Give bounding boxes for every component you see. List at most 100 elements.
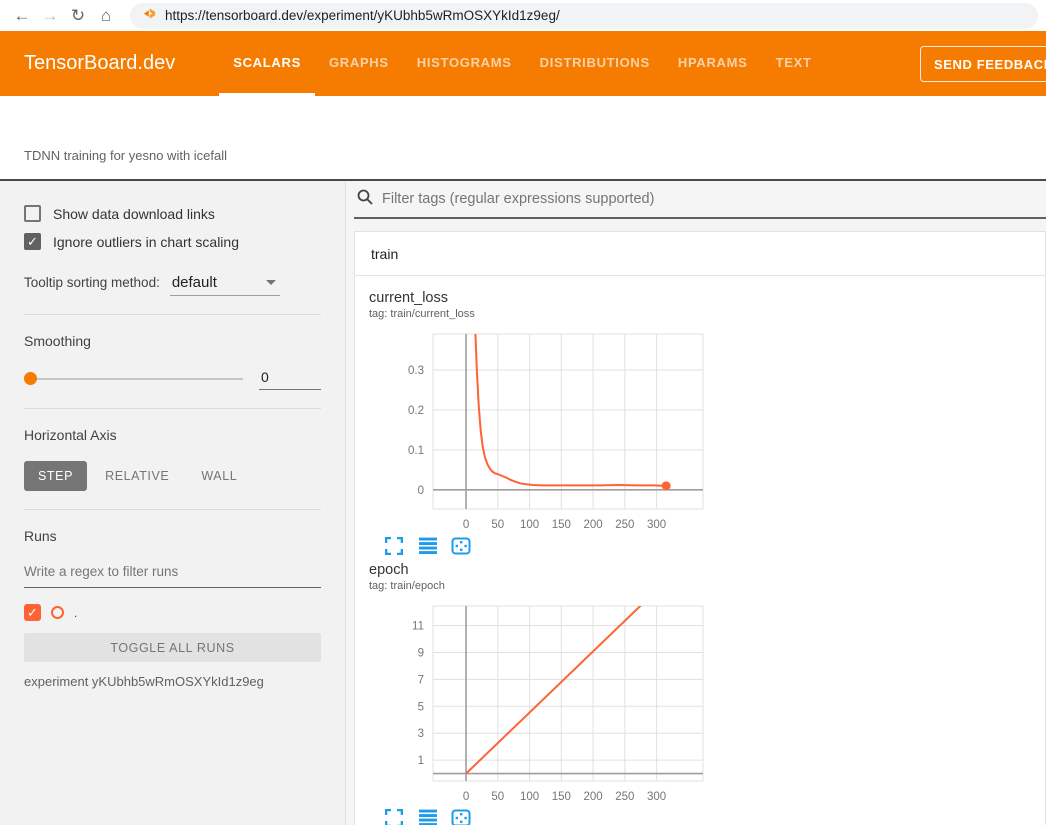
axis-relative-button[interactable]: RELATIVE <box>91 461 183 491</box>
chart-actions <box>369 808 705 825</box>
svg-text:0.2: 0.2 <box>408 405 424 417</box>
svg-text:5: 5 <box>418 701 424 713</box>
charts-grid: current_loss tag: train/current_loss 050… <box>355 276 1045 825</box>
svg-text:100: 100 <box>520 519 539 531</box>
checkbox-label: Ignore outliers in chart scaling <box>53 234 239 250</box>
tab-graphs[interactable]: GRAPHS <box>315 31 403 96</box>
reload-icon[interactable]: ↻ <box>64 2 92 30</box>
svg-text:0.1: 0.1 <box>408 445 424 457</box>
tab-text[interactable]: TEXT <box>762 31 826 96</box>
line-chart[interactable]: 0 50 100 150 200 250 300 1 3 5 7 9 11 <box>369 600 707 806</box>
smoothing-slider[interactable] <box>24 378 243 380</box>
svg-text:150: 150 <box>552 791 571 803</box>
selected-value: default <box>172 274 217 291</box>
chart-actions <box>369 536 705 556</box>
svg-text:100: 100 <box>520 791 539 803</box>
log-scale-icon[interactable] <box>418 536 438 556</box>
svg-text:9: 9 <box>418 647 424 659</box>
smoothing-value-input[interactable] <box>259 367 321 390</box>
svg-text:0.3: 0.3 <box>408 365 424 377</box>
horizontal-axis-buttons: STEP RELATIVE WALL <box>24 461 321 491</box>
fit-domain-icon[interactable] <box>451 808 471 825</box>
svg-text:3: 3 <box>418 728 424 740</box>
train-section-header[interactable]: train <box>355 232 1045 276</box>
slider-thumb[interactable] <box>24 372 37 385</box>
axis-step-button[interactable]: STEP <box>24 461 87 491</box>
svg-text:0: 0 <box>418 485 424 497</box>
svg-text:250: 250 <box>615 791 634 803</box>
forward-icon[interactable]: → <box>36 2 64 30</box>
chart-tag: tag: train/epoch <box>369 580 705 592</box>
svg-text:0: 0 <box>463 519 469 531</box>
svg-text:200: 200 <box>584 519 603 531</box>
divider <box>24 408 321 409</box>
address-bar[interactable]: https://tensorboard.dev/experiment/yKUbh… <box>130 3 1038 29</box>
filter-tags-input[interactable] <box>382 191 1046 207</box>
expand-chart-icon[interactable] <box>385 808 405 825</box>
svg-text:300: 300 <box>647 519 666 531</box>
svg-text:150: 150 <box>552 519 571 531</box>
browser-toolbar: ← → ↻ ⌂ https://tensorboard.dev/experime… <box>0 0 1046 31</box>
run-checkbox-icon[interactable]: ✓ <box>24 604 41 621</box>
experiment-subtitle-bar: TDNN training for yesno with icefall <box>0 96 1046 181</box>
experiment-note: experiment yKUbhb5wRmOSXYkId1z9eg <box>24 674 321 689</box>
run-name: . <box>74 606 77 620</box>
runs-regex-input[interactable] <box>24 560 321 588</box>
tab-distributions[interactable]: DISTRIBUTIONS <box>526 31 664 96</box>
tooltip-sorting-label: Tooltip sorting method: <box>24 275 160 290</box>
line-chart[interactable]: 0 50 100 150 200 250 300 0 0.1 0.2 0.3 <box>369 328 707 534</box>
experiment-title: TDNN training for yesno with icefall <box>24 148 227 163</box>
checkbox-unchecked-icon <box>24 205 41 222</box>
run-item[interactable]: ✓ . <box>24 604 321 621</box>
search-icon <box>356 188 374 211</box>
chart-title: epoch <box>369 562 705 578</box>
svg-text:7: 7 <box>418 674 424 686</box>
chart-title: current_loss <box>369 290 705 306</box>
tooltip-sorting-row: Tooltip sorting method: default <box>24 274 321 296</box>
tooltip-sorting-select[interactable]: default <box>170 274 280 296</box>
settings-sidebar: Show data download links ✓ Ignore outlie… <box>0 181 346 825</box>
show-download-links-checkbox[interactable]: Show data download links <box>24 205 321 222</box>
fit-domain-icon[interactable] <box>451 536 471 556</box>
checkbox-label: Show data download links <box>53 206 215 222</box>
brand-logo: TensorBoard.dev <box>24 52 175 75</box>
send-feedback-button[interactable]: SEND FEEDBACK <box>920 46 1046 82</box>
svg-text:200: 200 <box>584 791 603 803</box>
run-color-circle-icon[interactable] <box>51 606 64 619</box>
smoothing-slider-row <box>24 367 321 390</box>
back-icon[interactable]: ← <box>8 2 36 30</box>
svg-text:300: 300 <box>647 791 666 803</box>
toggle-all-runs-button[interactable]: TOGGLE ALL RUNS <box>24 633 321 662</box>
content: Show data download links ✓ Ignore outlie… <box>0 181 1046 825</box>
train-section-card: train current_loss tag: train/current_lo… <box>354 231 1046 825</box>
filter-tags-row <box>354 181 1046 219</box>
ignore-outliers-checkbox[interactable]: ✓ Ignore outliers in chart scaling <box>24 233 321 250</box>
chart-card-epoch: epoch tag: train/epoch 0 50 100 150 200 250 30… <box>357 562 705 825</box>
chart-tag: tag: train/current_loss <box>369 308 705 320</box>
tab-scalars[interactable]: SCALARS <box>219 31 315 96</box>
home-icon[interactable]: ⌂ <box>92 2 120 30</box>
app-header: TensorBoard.dev SCALARS GRAPHS HISTOGRAM… <box>0 31 1046 96</box>
runs-label: Runs <box>24 528 321 544</box>
chart-card-current-loss: current_loss tag: train/current_loss 0 50… <box>357 290 705 562</box>
svg-text:50: 50 <box>491 519 504 531</box>
checkbox-checked-icon: ✓ <box>24 233 41 250</box>
tensorboard-favicon-icon <box>142 6 157 26</box>
tab-histograms[interactable]: HISTOGRAMS <box>403 31 526 96</box>
divider <box>24 509 321 510</box>
scalars-dashboard: train current_loss tag: train/current_lo… <box>346 181 1046 825</box>
main-nav: SCALARS GRAPHS HISTOGRAMS DISTRIBUTIONS … <box>219 31 825 96</box>
svg-text:0: 0 <box>463 791 469 803</box>
horizontal-axis-label: Horizontal Axis <box>24 427 321 443</box>
url-text: https://tensorboard.dev/experiment/yKUbh… <box>165 8 560 23</box>
tab-hparams[interactable]: HPARAMS <box>664 31 762 96</box>
train-section-label: train <box>371 246 398 262</box>
svg-text:1: 1 <box>418 755 424 767</box>
svg-text:250: 250 <box>615 519 634 531</box>
expand-chart-icon[interactable] <box>385 536 405 556</box>
log-scale-icon[interactable] <box>418 808 438 825</box>
svg-text:11: 11 <box>412 621 424 633</box>
axis-wall-button[interactable]: WALL <box>187 461 251 491</box>
svg-text:50: 50 <box>491 791 504 803</box>
smoothing-label: Smoothing <box>24 333 321 349</box>
